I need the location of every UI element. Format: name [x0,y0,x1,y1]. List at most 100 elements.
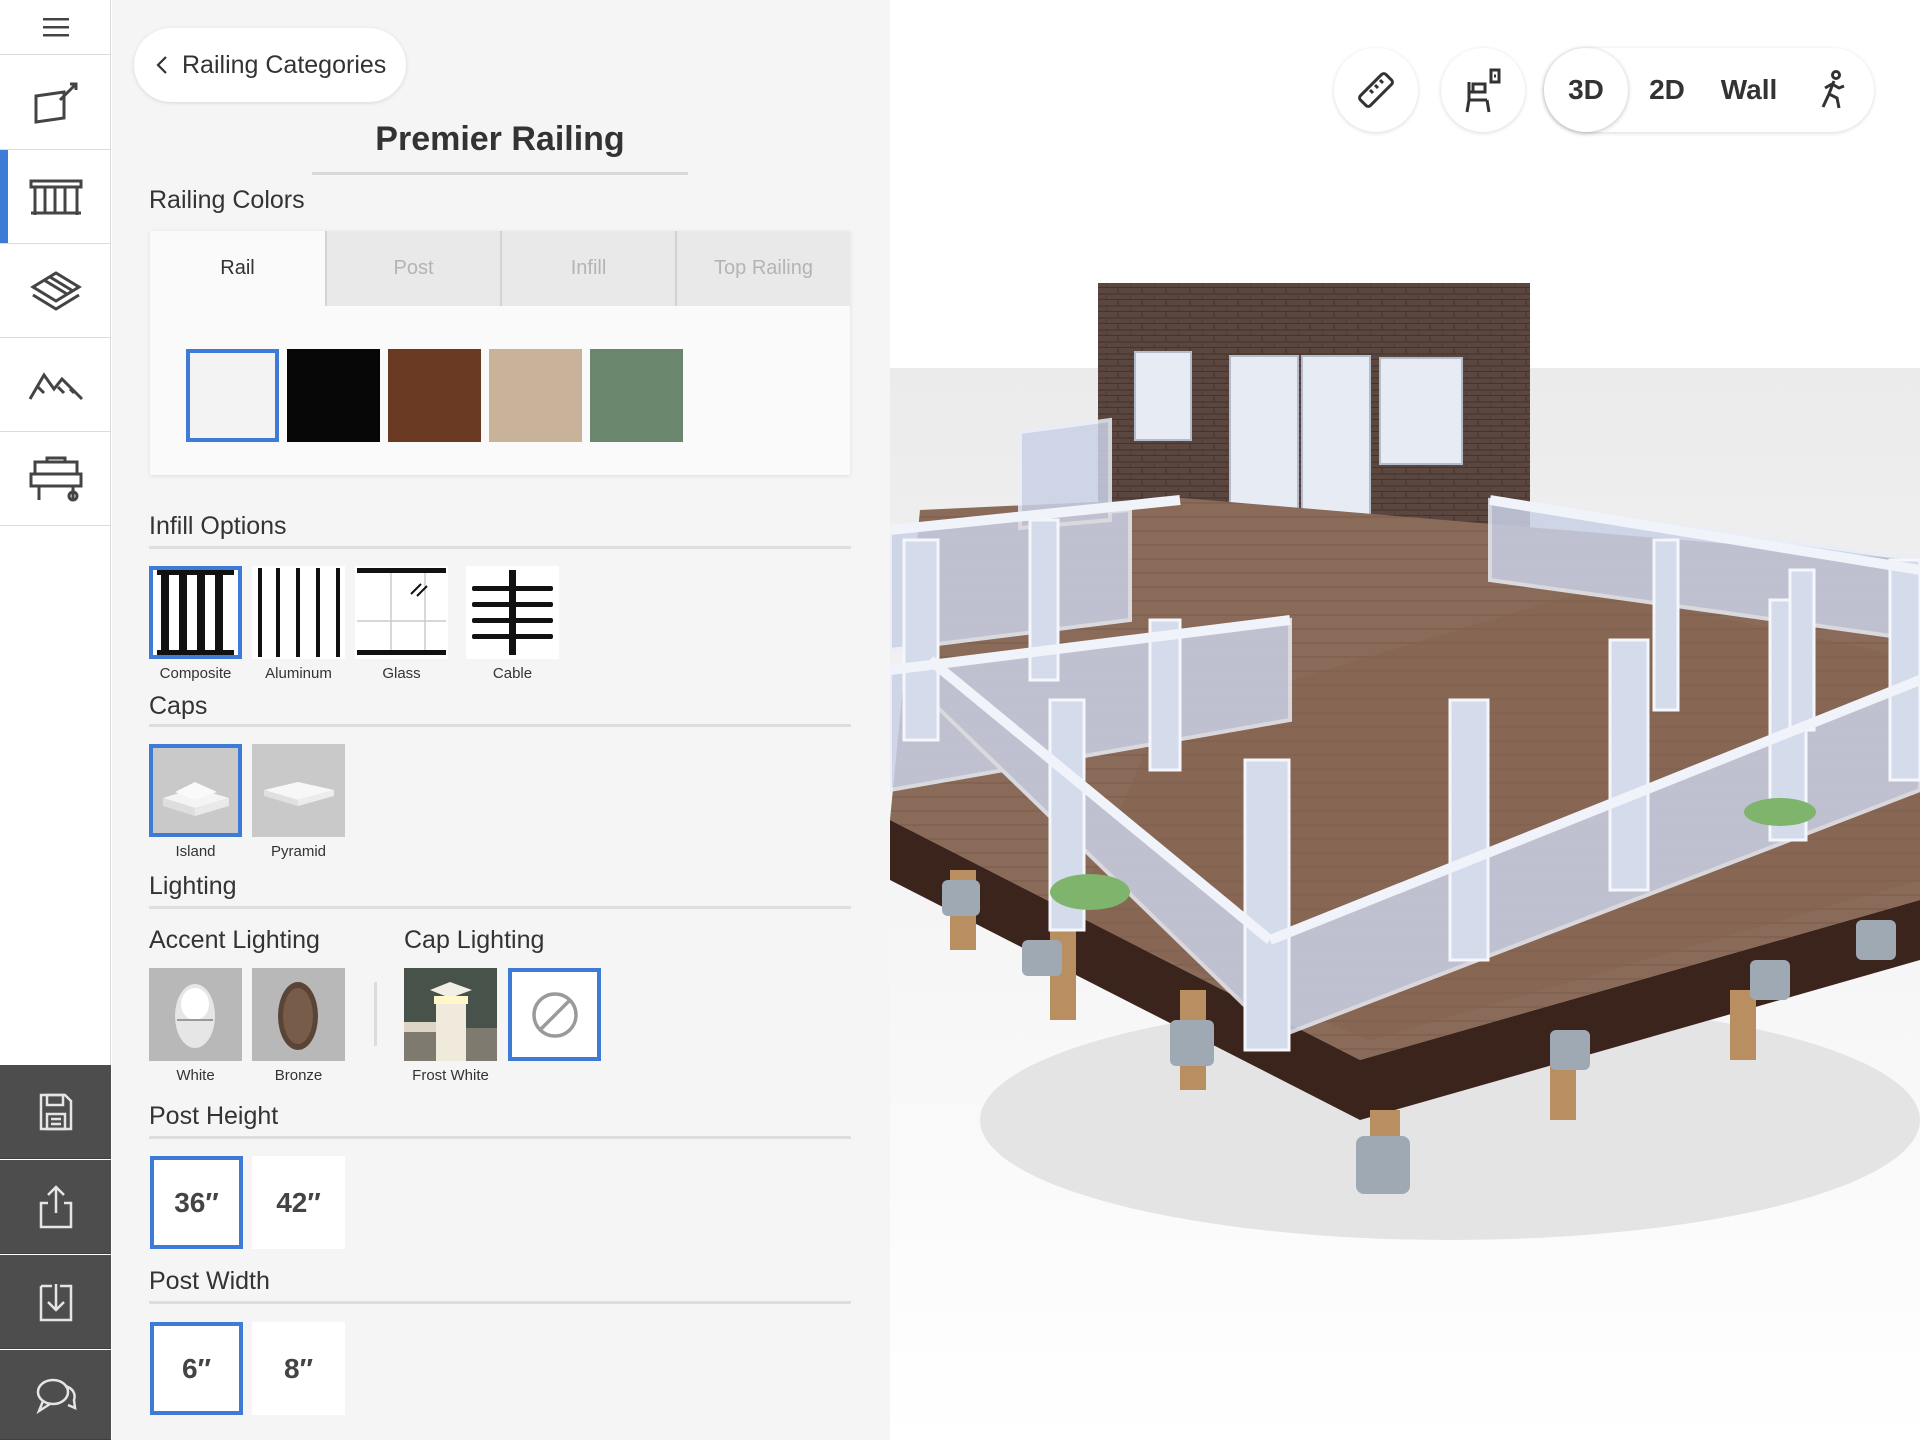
share-icon [39,1184,72,1228]
color-swatches [186,349,683,442]
color-swatch-white[interactable] [186,349,279,442]
post-width-heading: Post Width [149,1267,270,1295]
infill-aluminum-option[interactable]: Aluminum [252,566,345,682]
accent-lighting-heading: Accent Lighting [149,926,320,954]
island-cap-image [153,748,238,833]
post-width-divider [149,1301,851,1304]
panel-title: Premier Railing [375,120,625,158]
save-icon [39,1093,72,1130]
save-button[interactable] [0,1065,111,1159]
tab-post[interactable]: Post [325,231,500,306]
design-icon [34,82,77,124]
post-height-36-button[interactable]: 36″ [150,1156,243,1249]
grill-icon [29,456,82,501]
decking-icon [29,270,82,311]
railing-panel: Railing Categories Premier Railing Raili… [112,0,890,1440]
post-width-8-button[interactable]: 8″ [252,1322,345,1415]
infill-options-heading: Infill Options [149,512,287,540]
nav-landscape-button[interactable] [0,338,111,432]
cable-infill-icon [472,570,553,655]
color-swatch-green[interactable] [590,349,683,442]
tab-infill[interactable]: Infill [500,231,675,306]
color-swatch-black[interactable] [287,349,380,442]
color-swatch-tan[interactable] [489,349,582,442]
left-nav-rail [0,0,111,1440]
frost-white-cap-light-image [404,968,497,1061]
cable-thumbnail [466,566,559,659]
bronze-light-thumbnail [252,968,345,1061]
download-button[interactable] [0,1255,111,1349]
pyramid-cap-image [252,744,345,837]
tab-rail[interactable]: Rail [150,231,325,306]
nav-design-button[interactable] [0,56,111,150]
menu-button[interactable] [0,0,111,55]
nav-grill-button[interactable] [0,432,111,526]
walk-mode-button[interactable] [1794,48,1870,132]
cap-lighting-heading: Cap Lighting [404,926,545,954]
pyramid-cap-thumbnail [252,744,345,837]
post-width-6-button[interactable]: 6″ [150,1322,243,1415]
3d-viewport[interactable]: 3D 2D Wall [890,0,1920,1440]
bronze-accent-light-image [252,968,345,1061]
cap-light-none-option[interactable] [508,968,601,1061]
infill-composite-option[interactable]: Composite [149,566,242,682]
post-height-42-button[interactable]: 42″ [252,1156,345,1249]
caps-heading: Caps [149,692,208,720]
post-height-divider [149,1136,851,1139]
infill-glass-option[interactable]: Glass [355,566,448,682]
nav-decking-button[interactable] [0,244,111,338]
infill-cable-option[interactable]: Cable [466,566,559,682]
view-2d-button[interactable]: 2D [1628,48,1706,132]
lighting-heading: Lighting [149,872,237,900]
cap-light-frost-white-option[interactable]: Frost White [404,968,497,1084]
option-label: Cable [492,665,533,682]
white-accent-light-image [149,968,242,1061]
share-button[interactable] [0,1160,111,1254]
measure-button[interactable] [1334,48,1418,132]
menu-icon [42,18,69,37]
option-label: Island [175,843,216,860]
view-mode-toggle: 3D 2D Wall [1544,48,1874,132]
railing-categories-back-button[interactable]: Railing Categories [134,28,406,102]
railing-colors-card: Rail Post Infill Top Railing [150,231,850,475]
walk-icon [1821,70,1845,109]
aluminum-infill-icon [258,568,340,657]
composite-infill-icon [157,570,234,655]
ruler-icon [1358,72,1394,108]
chat-button[interactable] [0,1350,111,1440]
option-label: Aluminum [265,665,332,682]
infill-divider [149,546,851,549]
none-icon [531,991,578,1038]
title-divider [312,172,688,175]
tab-top-railing[interactable]: Top Railing [675,231,850,306]
accent-light-bronze-option[interactable]: Bronze [252,968,345,1084]
frost-white-thumbnail [404,968,497,1061]
cap-pyramid-option[interactable]: Pyramid [252,744,345,860]
option-label: Bronze [274,1067,323,1084]
option-label: White [176,1067,215,1084]
post-height-heading: Post Height [149,1102,279,1130]
lighting-divider [149,906,851,909]
color-swatch-brown[interactable] [388,349,481,442]
cap-island-option[interactable]: Island [149,744,242,860]
accent-light-white-option[interactable]: White [149,968,242,1084]
caps-divider [149,724,851,727]
download-icon [39,1283,72,1321]
back-button-label: Railing Categories [182,50,387,79]
furniture-icon [1465,68,1501,113]
nav-railing-button[interactable] [0,150,111,244]
chevron-left-icon [156,56,167,74]
no-light-thumbnail [508,968,601,1061]
railing-colors-heading: Railing Colors [149,186,305,214]
option-label: Glass [382,665,421,682]
view-3d-button[interactable]: 3D [1544,48,1628,132]
view-wall-button[interactable]: Wall [1706,48,1792,132]
aluminum-thumbnail [252,566,345,659]
deck-3d-render [890,283,1920,1440]
color-tabs: Rail Post Infill Top Railing [150,231,850,306]
option-label: Frost White [412,1067,489,1084]
railing-icon [29,179,82,215]
glass-infill-icon [357,568,446,655]
furniture-button[interactable] [1441,48,1525,132]
composite-thumbnail [149,566,242,659]
